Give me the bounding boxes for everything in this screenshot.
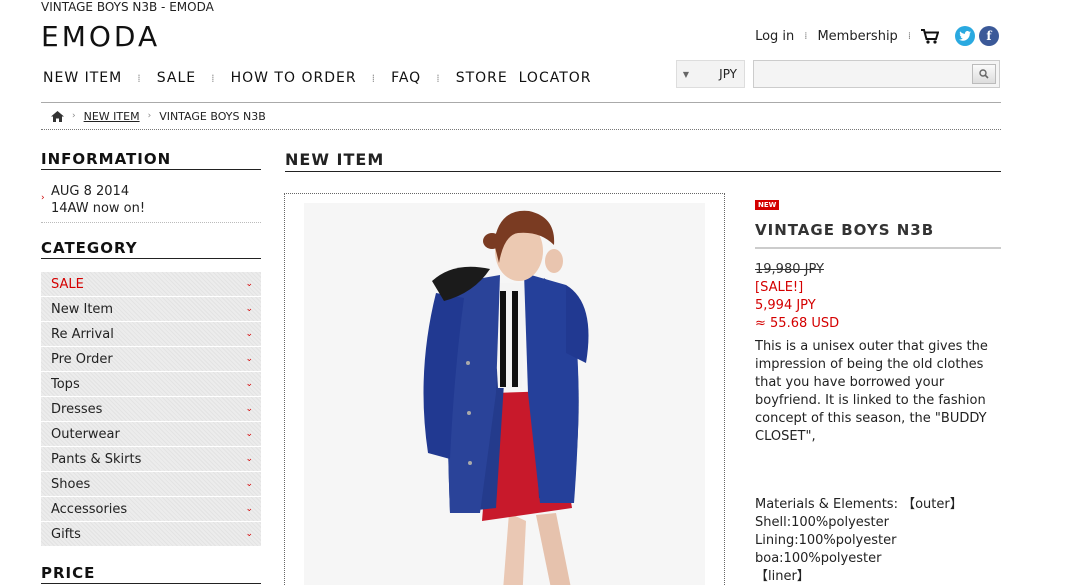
- header-links: Log in ⁞ Membership ⁞ f: [745, 26, 999, 46]
- nav-store-locator[interactable]: STORE LOCATOR: [456, 70, 592, 86]
- home-icon[interactable]: [51, 110, 64, 122]
- section-title: NEW ITEM: [285, 150, 1001, 172]
- window-title: VINTAGE BOYS N3B - EMODA: [41, 0, 214, 14]
- product-details: NEW VINTAGE BOYS N3B 19,980 JPY [SALE!] …: [755, 192, 1001, 584]
- information-heading: INFORMATION: [41, 150, 261, 170]
- product-materials: Materials & Elements: 【outer】 Shell:100%…: [755, 497, 963, 584]
- chevron-down-icon: ⌄: [245, 329, 253, 339]
- sidebar: INFORMATION › AUG 8 2014 14AW now on! CA…: [41, 150, 261, 584]
- category-label: Gifts: [51, 526, 81, 542]
- price-block: 19,980 JPY [SALE!] 5,994 JPY ≈ 55.68 USD: [755, 261, 1001, 333]
- chevron-down-icon: ⌄: [245, 304, 253, 314]
- info-text: 14AW now on!: [51, 201, 146, 216]
- product-image-frame: [284, 193, 725, 585]
- sale-price: 5,994 JPY: [755, 298, 816, 313]
- nav-how-to-order[interactable]: HOW TO ORDER: [231, 70, 357, 86]
- main-nav: NEW ITEM ⁞ SALE ⁞ HOW TO ORDER ⁞ FAQ ⁞ S…: [43, 70, 592, 86]
- category-label: Accessories: [51, 501, 128, 517]
- chevron-down-icon: ⌄: [245, 479, 253, 489]
- product-description: This is a unisex outer that gives the im…: [755, 339, 988, 444]
- category-item-pre-order[interactable]: Pre Order ⌄: [41, 347, 261, 371]
- chevron-down-icon: ⌄: [245, 354, 253, 364]
- chevron-down-icon: ⌄: [245, 404, 253, 414]
- chevron-right-icon: ›: [41, 193, 45, 203]
- model-illustration: [304, 203, 705, 585]
- category-label: New Item: [51, 301, 114, 317]
- category-item-gifts[interactable]: Gifts ⌄: [41, 522, 261, 546]
- twitter-icon[interactable]: [955, 26, 975, 46]
- currency-value: JPY: [719, 67, 737, 81]
- category-item-sale[interactable]: SALE ⌄: [41, 272, 261, 296]
- chevron-down-icon: ⌄: [245, 504, 253, 514]
- cart-icon[interactable]: [911, 28, 951, 44]
- category-item-tops[interactable]: Tops ⌄: [41, 372, 261, 396]
- currency-select[interactable]: ▼ JPY: [676, 60, 745, 88]
- info-date: AUG 8 2014: [51, 184, 130, 199]
- nav-new-item[interactable]: NEW ITEM: [43, 70, 122, 86]
- category-list: SALE ⌄ New Item ⌄ Re Arrival ⌄ Pre Order ⌄ T…: [41, 272, 261, 546]
- category-item-new-item[interactable]: New Item ⌄: [41, 297, 261, 321]
- breadcrumb-link-new-item[interactable]: NEW ITEM: [84, 110, 140, 123]
- facebook-icon[interactable]: f: [979, 26, 999, 46]
- category-item-re-arrival[interactable]: Re Arrival ⌄: [41, 322, 261, 346]
- category-item-dresses[interactable]: Dresses ⌄: [41, 397, 261, 421]
- nav-separator: ⁞: [371, 71, 377, 85]
- chevron-down-icon: ⌄: [245, 279, 253, 289]
- category-heading: CATEGORY: [41, 239, 261, 259]
- search-icon: [979, 69, 989, 79]
- category-item-shoes[interactable]: Shoes ⌄: [41, 472, 261, 496]
- category-item-pants-skirts[interactable]: Pants & Skirts ⌄: [41, 447, 261, 471]
- category-label: Tops: [51, 376, 80, 392]
- sale-label: [SALE!]: [755, 280, 804, 295]
- info-item[interactable]: › AUG 8 2014 14AW now on!: [41, 170, 261, 223]
- product-name: VINTAGE BOYS N3B: [755, 221, 1001, 249]
- category-label: Pants & Skirts: [51, 451, 142, 467]
- membership-link[interactable]: Membership: [807, 29, 907, 44]
- chevron-down-icon: ⌄: [245, 454, 253, 464]
- breadcrumb-chevron-icon: ›: [147, 111, 152, 121]
- category-item-outerwear[interactable]: Outerwear ⌄: [41, 422, 261, 446]
- search-box: [753, 60, 1000, 88]
- chevron-down-icon: ⌄: [245, 379, 253, 389]
- category-label: Dresses: [51, 401, 103, 417]
- dropdown-arrow-icon: ▼: [682, 69, 690, 79]
- price-heading: PRICE: [41, 564, 261, 584]
- breadcrumb: › NEW ITEM › VINTAGE BOYS N3B: [41, 102, 1001, 130]
- search-input[interactable]: [754, 61, 969, 87]
- category-label: Outerwear: [51, 426, 120, 442]
- nav-separator: ⁞: [137, 71, 142, 85]
- chevron-down-icon: ⌄: [245, 429, 253, 439]
- nav-separator: ⁞: [436, 71, 441, 85]
- brand-logo[interactable]: EMODA: [41, 20, 160, 53]
- original-price: 19,980 JPY: [755, 262, 824, 277]
- nav-sale[interactable]: SALE: [157, 70, 196, 86]
- category-label: Shoes: [51, 476, 91, 492]
- login-link[interactable]: Log in: [745, 29, 804, 44]
- new-badge: NEW: [755, 200, 780, 210]
- category-label: SALE: [51, 276, 84, 292]
- breadcrumb-chevron-icon: ›: [72, 111, 76, 121]
- chevron-down-icon: ⌄: [245, 529, 253, 539]
- nav-separator: ⁞: [211, 71, 216, 85]
- category-label: Pre Order: [51, 351, 113, 367]
- category-label: Re Arrival: [51, 326, 114, 342]
- breadcrumb-current: VINTAGE BOYS N3B: [159, 109, 266, 123]
- nav-faq[interactable]: FAQ: [391, 70, 421, 86]
- search-button[interactable]: [972, 64, 996, 84]
- usd-price: ≈ 55.68 USD: [755, 316, 840, 331]
- category-item-accessories[interactable]: Accessories ⌄: [41, 497, 261, 521]
- product-photo[interactable]: [304, 203, 705, 585]
